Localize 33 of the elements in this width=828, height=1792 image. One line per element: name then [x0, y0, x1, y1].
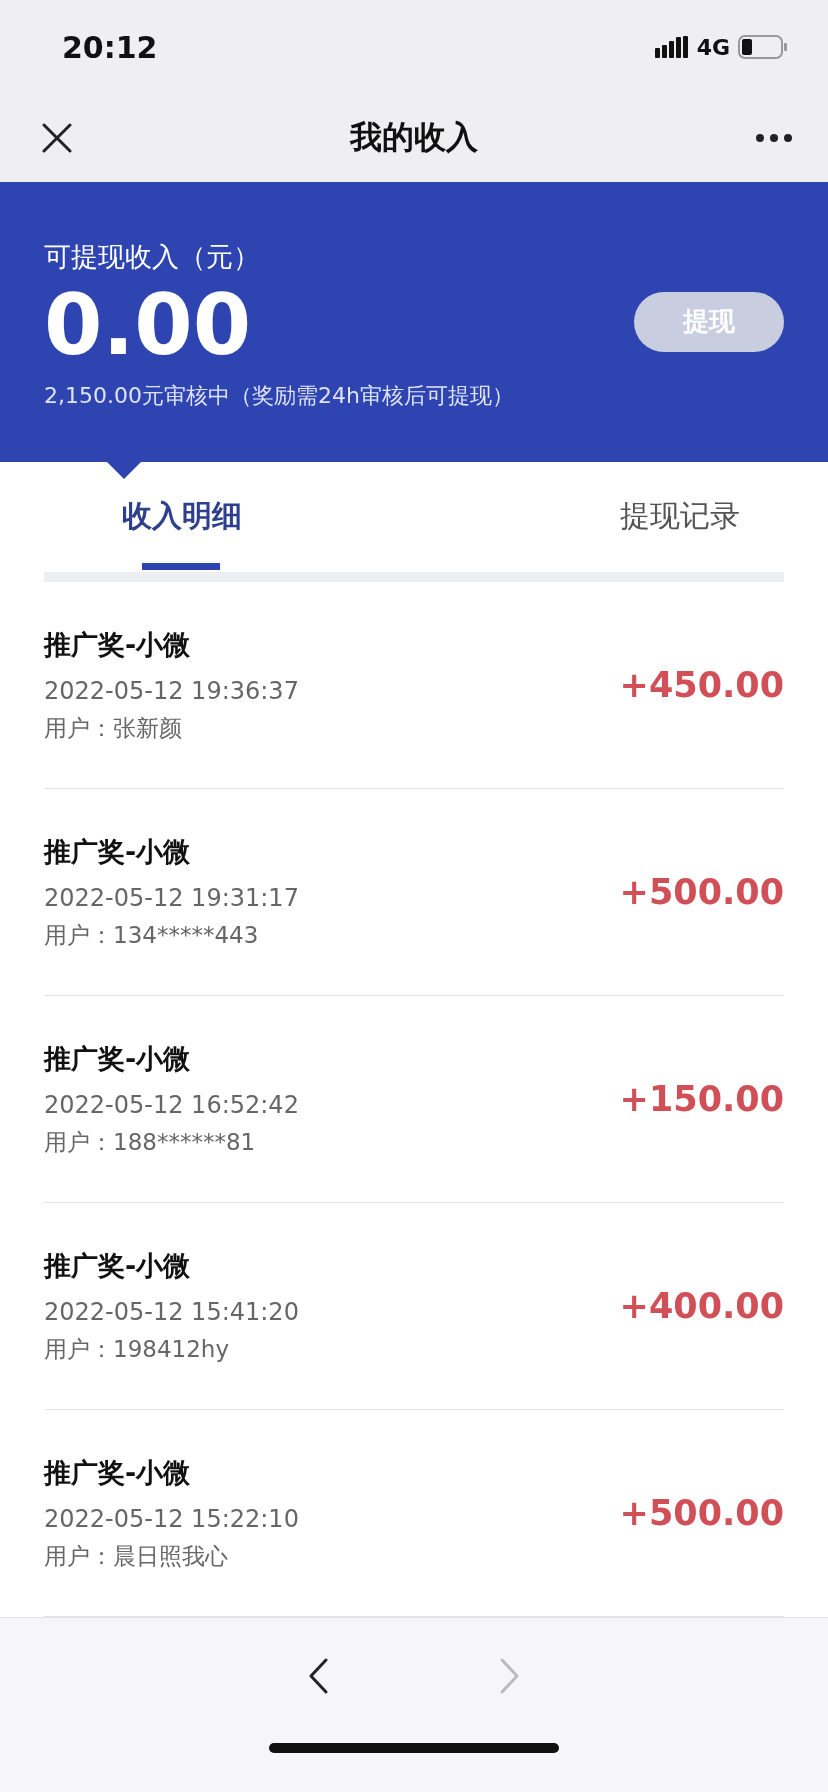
- balance-amount: 0.00: [44, 274, 253, 375]
- battery-icon: [738, 35, 788, 60]
- tab[interactable]: 收入明细: [44, 461, 431, 573]
- record-time: 2022-05-12 19:36:37: [44, 676, 299, 705]
- record-user: 用户：134*****443: [44, 920, 260, 950]
- status-time: 20:12: [62, 29, 158, 65]
- tab[interactable]: 提现记录: [431, 461, 784, 573]
- back-icon[interactable]: [308, 1658, 328, 1695]
- record-title: 推广奖-小微: [44, 1041, 192, 1076]
- record-user: 用户：张新颜: [44, 713, 183, 743]
- network-label: 4G: [696, 34, 730, 60]
- record-title: 推广奖-小微: [44, 1455, 192, 1490]
- record-amount: +500.00: [619, 872, 784, 913]
- more-icon[interactable]: [756, 134, 792, 143]
- record-time: 2022-05-12 15:22:10: [44, 1504, 299, 1533]
- close-icon[interactable]: [42, 123, 72, 154]
- record-user: 用户：188******81: [44, 1127, 257, 1157]
- review-note: 2,150.00元审核中（奖励需24h审核后可提现）: [44, 381, 514, 410]
- record-time: 2022-05-12 15:41:20: [44, 1297, 299, 1326]
- signal-icon: [654, 36, 689, 59]
- record-amount: +150.00: [619, 1079, 784, 1120]
- page-title: 我的收入: [350, 117, 478, 159]
- record-amount: +400.00: [619, 1286, 784, 1327]
- record-title: 推广奖-小微: [44, 834, 192, 869]
- record-time: 2022-05-12 19:31:17: [44, 883, 299, 912]
- record-user: 用户：晨日照我心: [44, 1541, 229, 1571]
- record-user: 用户：198412hy: [44, 1334, 230, 1364]
- record-amount: +500.00: [619, 1493, 784, 1534]
- record-title: 推广奖-小微: [44, 1248, 192, 1283]
- record-title: 推广奖-小微: [44, 627, 192, 662]
- record-time: 2022-05-12 16:52:42: [44, 1090, 299, 1119]
- record-amount: +450.00: [619, 665, 784, 706]
- balance-label: 可提现收入（元）: [44, 239, 261, 274]
